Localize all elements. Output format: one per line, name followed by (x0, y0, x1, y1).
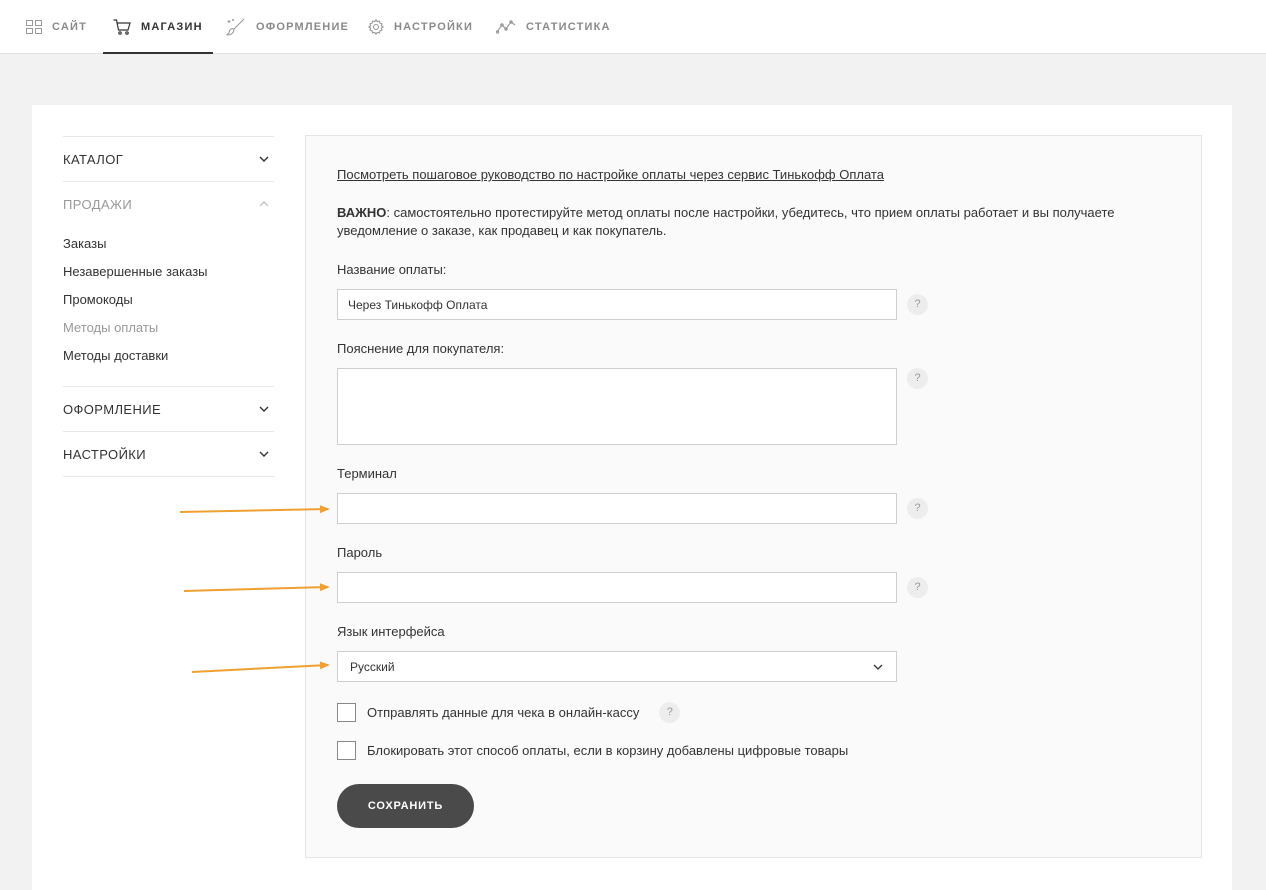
tab-statistics[interactable]: СТАТИСТИКА (496, 0, 611, 54)
sidebar-item-delivery-methods[interactable]: Методы доставки (63, 342, 274, 370)
sidebar-item-payment-methods[interactable]: Методы оплаты (63, 314, 274, 342)
help-icon[interactable]: ? (907, 577, 928, 598)
password-label: Пароль (337, 545, 383, 560)
sidebar-item-orders[interactable]: Заказы (63, 230, 274, 258)
grid-icon (26, 20, 42, 34)
sidebar-section-settings-label: НАСТРОЙКИ (63, 446, 147, 462)
sidebar-section-settings[interactable]: НАСТРОЙКИ (63, 431, 274, 476)
chevron-down-icon (259, 156, 269, 162)
chevron-up-icon (259, 201, 269, 207)
payment-name-label: Название оплаты: (337, 262, 447, 277)
language-select[interactable]: Русский (337, 651, 897, 682)
payment-settings-panel: Посмотреть пошаговое руководство по наст… (305, 135, 1202, 858)
important-text: : самостоятельно протестируйте метод опл… (337, 205, 1115, 238)
terminal-input[interactable] (337, 493, 897, 524)
chevron-down-icon (873, 664, 883, 670)
main-card: КАТАЛОГ ПРОДАЖИ Заказы Незавершенные зак… (32, 105, 1232, 890)
payment-name-input[interactable] (337, 289, 897, 320)
language-label: Язык интерфейса (337, 624, 445, 639)
sidebar-section-catalog[interactable]: КАТАЛОГ (63, 136, 274, 181)
password-input[interactable] (337, 572, 897, 603)
sidebar: КАТАЛОГ ПРОДАЖИ Заказы Незавершенные зак… (63, 136, 274, 477)
tab-shop[interactable]: МАГАЗИН (103, 0, 213, 54)
receipt-checkbox[interactable] (337, 703, 356, 722)
block-digital-checkbox[interactable] (337, 741, 356, 760)
chevron-down-icon (259, 451, 269, 457)
help-icon[interactable]: ? (907, 294, 928, 315)
gear-icon (368, 19, 384, 35)
sidebar-item-promocodes[interactable]: Промокоды (63, 286, 274, 314)
sidebar-item-unfinished-orders[interactable]: Незавершенные заказы (63, 258, 274, 286)
sidebar-divider (63, 476, 274, 477)
tab-design[interactable]: ОФОРМЛЕНИЕ (226, 0, 349, 54)
block-digital-checkbox-label[interactable]: Блокировать этот способ оплаты, если в к… (367, 743, 848, 758)
sidebar-section-design[interactable]: ОФОРМЛЕНИЕ (63, 386, 274, 431)
tab-shop-label: МАГАЗИН (141, 21, 203, 33)
sidebar-sales-submenu: Заказы Незавершенные заказы Промокоды Ме… (63, 226, 274, 386)
checkbox-row-receipt: Отправлять данные для чека в онлайн-касс… (337, 702, 681, 723)
help-icon[interactable]: ? (907, 368, 928, 389)
help-icon[interactable]: ? (659, 702, 681, 723)
sidebar-section-design-label: ОФОРМЛЕНИЕ (63, 401, 162, 417)
help-icon[interactable]: ? (907, 498, 928, 519)
brush-icon (226, 18, 246, 36)
buyer-note-textarea[interactable] (337, 368, 897, 445)
top-navigation: САЙТ МАГАЗИН ОФОРМЛЕНИЕ НАСТРОЙКИ СТАТИС… (0, 0, 1266, 54)
tab-settings[interactable]: НАСТРОЙКИ (368, 0, 473, 54)
chevron-down-icon (259, 406, 269, 412)
save-button[interactable]: СОХРАНИТЬ (337, 784, 474, 828)
sidebar-section-catalog-label: КАТАЛОГ (63, 151, 124, 167)
cart-icon (113, 19, 131, 35)
tab-design-label: ОФОРМЛЕНИЕ (256, 21, 350, 33)
tab-statistics-label: СТАТИСТИКА (526, 21, 611, 33)
important-notice: ВАЖНО: самостоятельно протестируйте мето… (337, 204, 1157, 240)
tab-site-label: САЙТ (52, 21, 88, 33)
terminal-label: Терминал (337, 466, 397, 481)
tab-site[interactable]: САЙТ (26, 0, 87, 54)
sidebar-section-sales-label: ПРОДАЖИ (63, 196, 133, 212)
language-select-value: Русский (350, 659, 395, 674)
receipt-checkbox-label[interactable]: Отправлять данные для чека в онлайн-касс… (367, 705, 639, 720)
chart-line-icon (496, 20, 516, 34)
tab-settings-label: НАСТРОЙКИ (394, 21, 474, 33)
guide-link[interactable]: Посмотреть пошаговое руководство по наст… (337, 167, 884, 182)
important-label: ВАЖНО (337, 205, 387, 220)
sidebar-section-sales[interactable]: ПРОДАЖИ (63, 181, 274, 226)
checkbox-row-block-digital: Блокировать этот способ оплаты, если в к… (337, 741, 848, 760)
buyer-note-label: Пояснение для покупателя: (337, 341, 505, 356)
